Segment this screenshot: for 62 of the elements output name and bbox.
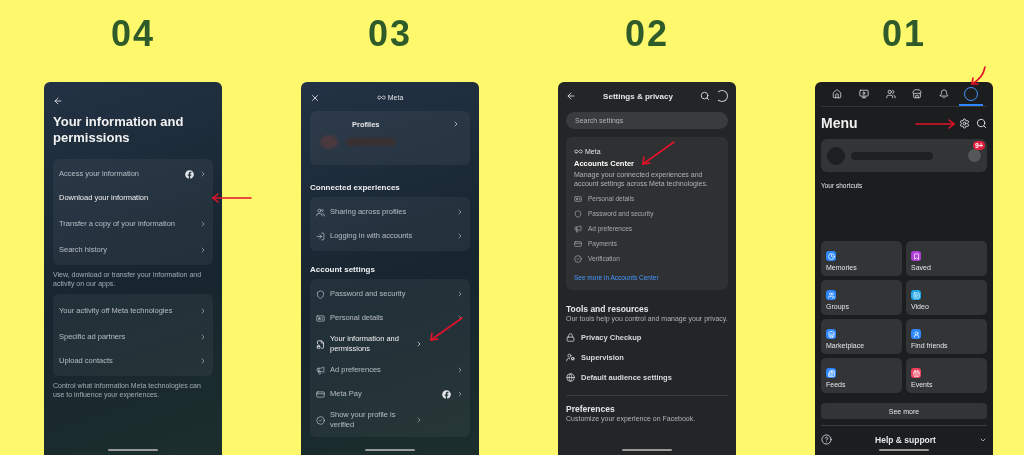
home-indicator: [622, 449, 672, 451]
chevron-icon: [456, 232, 464, 240]
card-icon: [574, 239, 582, 248]
chevron-icon: [199, 170, 207, 178]
chevron-icon: [456, 290, 464, 298]
card-icon: [316, 389, 325, 399]
step-number: 03: [367, 14, 412, 54]
chevron-icon: [199, 357, 207, 365]
lock-icon: [566, 332, 575, 342]
avatar-icon: [320, 135, 338, 150]
menu-title: Menu: [821, 115, 858, 131]
login-icon: [316, 231, 325, 241]
chevron-icon: [456, 366, 464, 374]
close-icon[interactable]: [310, 92, 320, 103]
pointer-arrow: [211, 193, 253, 203]
home-indicator: [365, 449, 415, 451]
chevron-icon: [415, 416, 423, 424]
chevron-icon: [456, 390, 464, 398]
id-card-icon: [574, 194, 582, 203]
search-icon[interactable]: [700, 91, 710, 101]
globe-icon: [566, 372, 575, 382]
infinity-icon: [574, 147, 583, 156]
section-title: Preferences: [566, 404, 616, 414]
pointer-arrow: [969, 66, 987, 86]
check-circle-icon: [574, 254, 582, 263]
facebook-icon: [185, 169, 194, 179]
section-title: Account settings: [310, 265, 376, 274]
page-title: Your information and permissions: [53, 114, 185, 146]
screen-title: Settings & privacy: [602, 91, 674, 101]
id-card-icon: [316, 313, 325, 323]
home-indicator: [108, 449, 158, 451]
help-row[interactable]: Help & support: [821, 425, 987, 445]
home-indicator: [879, 449, 929, 451]
shield-icon: [574, 209, 582, 218]
step-number: 04: [110, 14, 155, 54]
megaphone-icon: [316, 365, 325, 375]
pointer-arrow: [914, 118, 956, 129]
megaphone-icon: [574, 224, 582, 233]
chevron-icon: [199, 220, 207, 228]
search-icon[interactable]: [976, 117, 987, 129]
shield-icon: [316, 289, 325, 299]
chevron-icon: [456, 208, 464, 216]
help-icon: [821, 434, 832, 445]
account-switch-icon: [968, 149, 981, 162]
section-title: Tools and resources: [566, 304, 650, 314]
chevron-icon: [415, 340, 423, 348]
pointer-arrow: [428, 316, 464, 342]
document-lock-icon: [316, 339, 325, 349]
chevron-icon: [199, 333, 207, 341]
chevron-icon: [199, 307, 207, 315]
person-gear-icon: [566, 352, 575, 362]
infinity-icon: [376, 93, 386, 103]
section-title: Connected experiences: [310, 183, 401, 192]
step-number: 02: [624, 14, 669, 54]
step-number: 01: [881, 14, 926, 54]
facebook-icon: [442, 389, 451, 399]
chevron-icon: [452, 120, 460, 129]
settings-icon[interactable]: [959, 117, 970, 129]
check-circle-icon: [316, 415, 325, 425]
chevron-icon: [199, 246, 207, 254]
pointer-arrow: [640, 140, 676, 166]
people-icon: [316, 207, 325, 217]
